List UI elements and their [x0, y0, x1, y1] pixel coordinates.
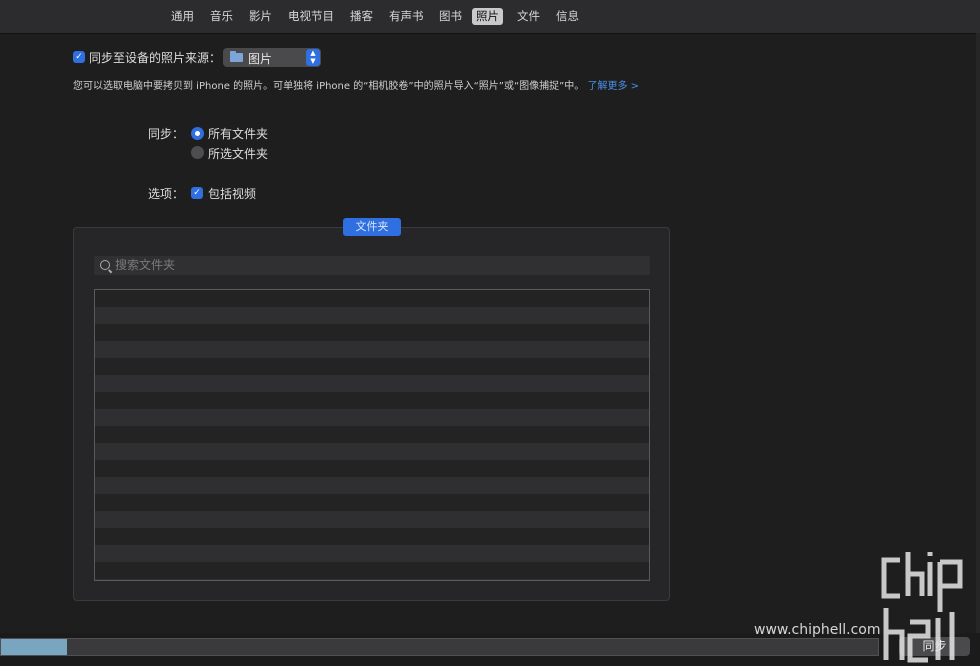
sync-mode-label: 同步： — [148, 127, 185, 141]
tab-files[interactable]: 文件 — [513, 8, 544, 25]
tab-info[interactable]: 信息 — [552, 8, 583, 25]
all-folders-label[interactable]: 所有文件夹 — [208, 125, 268, 142]
capacity-bar — [0, 638, 879, 656]
tab-audiobooks[interactable]: 有声书 — [385, 8, 428, 25]
folders-group-title: 文件夹 — [343, 218, 401, 236]
selected-folders-label[interactable]: 所选文件夹 — [208, 145, 268, 162]
radio-selected-folders[interactable] — [191, 146, 204, 159]
options-label: 选项： — [148, 187, 185, 201]
chiphell-logo-watermark — [881, 552, 963, 663]
magnifier-icon — [100, 260, 110, 270]
chevron-updown-icon: ▲ ▼ — [306, 49, 320, 66]
photos-sync-window: 通用 音乐 影片 电视节目 播客 有声书 图书 照片 文件 信息 ✓ 同步至设备… — [0, 0, 980, 666]
sync-description: 您可以选取电脑中要拷贝到 iPhone 的照片。可单独将 iPhone 的“相机… — [73, 77, 639, 92]
tab-bar: 通用 音乐 影片 电视节目 播客 有声书 图书 照片 文件 信息 — [0, 0, 980, 34]
learn-more-link[interactable]: 了解更多 > — [588, 81, 640, 92]
watermark-url: www.chiphell.com — [754, 622, 881, 638]
include-videos-checkbox[interactable]: ✓ — [191, 187, 203, 199]
capacity-used-segment — [1, 639, 67, 655]
sync-source-label: 同步至设备的照片来源： — [89, 51, 222, 65]
folder-icon — [230, 51, 243, 62]
photo-source-popup[interactable]: 图片 ▲ ▼ — [223, 48, 321, 67]
radio-all-folders[interactable] — [191, 127, 204, 140]
tab-podcasts[interactable]: 播客 — [346, 8, 377, 25]
tab-books[interactable]: 图书 — [435, 8, 466, 25]
tab-movies[interactable]: 影片 — [245, 8, 276, 25]
folder-search-field[interactable] — [94, 256, 650, 275]
sync-description-text: 您可以选取电脑中要拷贝到 iPhone 的照片。可单独将 iPhone 的“相机… — [73, 81, 585, 92]
tab-music[interactable]: 音乐 — [206, 8, 237, 25]
folder-search-input[interactable] — [115, 257, 635, 273]
right-edge-strip — [976, 33, 980, 633]
checkmark-icon: ✓ — [193, 188, 201, 198]
sync-photos-checkbox[interactable]: ✓ — [73, 51, 85, 63]
tab-general[interactable]: 通用 — [167, 8, 198, 25]
tab-photos[interactable]: 照片 — [472, 8, 503, 25]
checkmark-icon: ✓ — [75, 52, 83, 62]
tab-tv-shows[interactable]: 电视节目 — [284, 8, 338, 25]
folder-list[interactable] — [94, 289, 650, 581]
include-videos-label[interactable]: 包括视频 — [208, 185, 256, 202]
photo-source-value: 图片 — [248, 52, 273, 66]
